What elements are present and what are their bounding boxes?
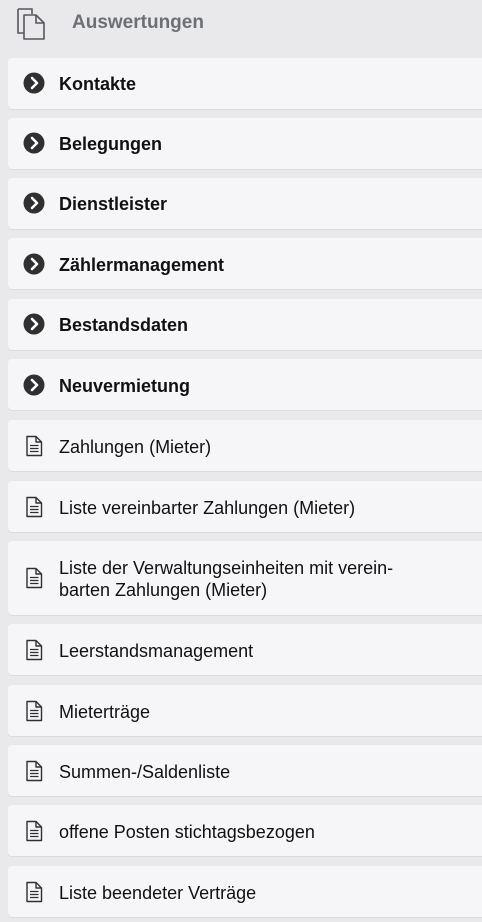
document-icon bbox=[26, 760, 43, 782]
chevron-right-circle-icon bbox=[23, 132, 45, 154]
report-liste-beendeter-vertraege[interactable]: Liste beendeter Verträge bbox=[8, 866, 482, 917]
folder-dienstleister[interactable]: Dienstleister bbox=[8, 178, 482, 229]
document-icon bbox=[26, 881, 43, 903]
chevron-right-circle-icon bbox=[23, 313, 45, 335]
folder-belegungen[interactable]: Belegungen bbox=[8, 118, 482, 169]
report-label: Zahlungen (Mieter) bbox=[59, 437, 212, 457]
report-label: Liste beendeter Verträge bbox=[59, 883, 257, 903]
folder-label: Dienstleister bbox=[59, 194, 168, 214]
folder-label: Bestandsdaten bbox=[59, 315, 189, 335]
report-summen-saldenliste[interactable]: Summen-/Saldenliste bbox=[8, 745, 482, 796]
report-label: Liste vereinbarter Zahlungen (Mieter) bbox=[59, 498, 356, 518]
report-list: Kontakte Belegungen Dienstleister Zähler… bbox=[0, 0, 482, 922]
document-icon bbox=[26, 435, 43, 457]
document-icon bbox=[26, 639, 43, 661]
report-liste-vereinbarter-zahlungen[interactable]: Liste vereinbarter Zahlungen (Mieter) bbox=[8, 481, 482, 532]
folder-kontakte[interactable]: Kontakte bbox=[8, 58, 482, 109]
report-verwaltungseinheiten-zahlungen[interactable]: Liste der Verwaltungseinheiten mit verei… bbox=[8, 541, 482, 615]
document-icon bbox=[26, 820, 43, 842]
folder-zaehlermanagement[interactable]: Zählermanagement bbox=[8, 238, 482, 289]
folder-label: Kontakte bbox=[59, 74, 137, 94]
report-label: offene Posten stichtagsbezogen bbox=[59, 822, 315, 842]
document-icon bbox=[26, 700, 43, 722]
chevron-right-circle-icon bbox=[23, 253, 45, 275]
report-label: Summen-/Saldenliste bbox=[59, 762, 231, 782]
folder-label: Neuvermietung bbox=[59, 376, 191, 396]
report-label: Mieterträge bbox=[59, 702, 151, 722]
folder-bestandsdaten[interactable]: Bestandsdaten bbox=[8, 299, 482, 350]
report-mietertraege[interactable]: Mieterträge bbox=[8, 685, 482, 736]
folder-label: Zählermanagement bbox=[59, 255, 225, 275]
chevron-right-circle-icon bbox=[23, 72, 45, 94]
report-label: Leerstandsmanagement bbox=[59, 641, 254, 661]
report-offene-posten[interactable]: offene Posten stichtagsbezogen bbox=[8, 805, 482, 856]
report-label: Liste der Verwaltungseinheiten mit verei… bbox=[59, 558, 394, 600]
chevron-right-circle-icon bbox=[23, 374, 45, 396]
report-zahlungen-mieter[interactable]: Zahlungen (Mieter) bbox=[8, 420, 482, 471]
folder-label: Belegungen bbox=[59, 134, 163, 154]
chevron-right-circle-icon bbox=[23, 192, 45, 214]
document-icon bbox=[26, 567, 43, 589]
report-leerstandsmanagement[interactable]: Leerstandsmanagement bbox=[8, 624, 482, 675]
folder-neuvermietung[interactable]: Neuvermietung bbox=[8, 359, 482, 410]
document-icon bbox=[26, 496, 43, 518]
